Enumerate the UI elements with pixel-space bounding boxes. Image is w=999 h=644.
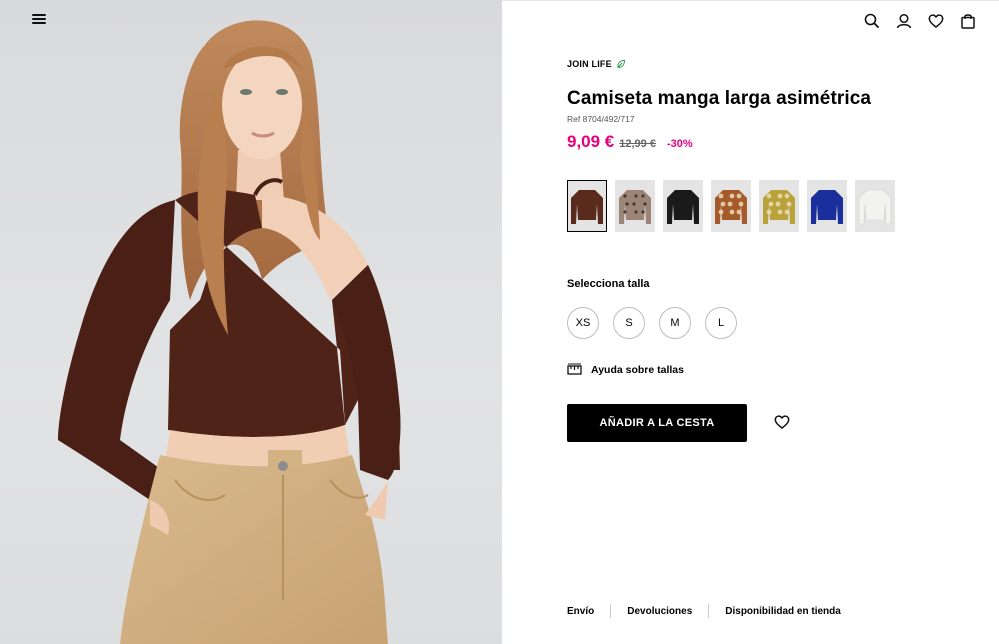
- color-swatches: [567, 180, 895, 232]
- size-selector: XS S M L: [567, 307, 737, 339]
- model-photo: [58, 20, 401, 644]
- shipping-link[interactable]: Envío: [567, 606, 594, 617]
- store-availability-link[interactable]: Disponibilidad en tienda: [725, 606, 841, 617]
- size-label: Selecciona talla: [567, 278, 650, 290]
- divider: [708, 604, 710, 618]
- size-help-link[interactable]: Ayuda sobre tallas: [567, 363, 684, 376]
- swatch-garment-icon: [619, 190, 651, 224]
- size-help-label: Ayuda sobre tallas: [591, 363, 684, 376]
- price-original: 12,99 €: [619, 138, 656, 150]
- bag-icon[interactable]: [959, 12, 977, 30]
- discount-badge: -30%: [666, 138, 693, 150]
- returns-link[interactable]: Devoluciones: [627, 606, 692, 617]
- add-to-cart-button[interactable]: AÑADIR A LA CESTA: [567, 404, 747, 442]
- product-title: Camiseta manga larga asimétrica: [567, 88, 872, 109]
- swatch-garment-icon: [763, 190, 795, 224]
- ruler-icon: [567, 363, 582, 375]
- swatch-garment-icon: [811, 190, 843, 224]
- menu-icon[interactable]: [31, 12, 47, 26]
- heart-icon[interactable]: [927, 12, 945, 30]
- divider: [610, 604, 612, 618]
- join-life-label: JOIN LIFE: [567, 59, 612, 69]
- wishlist-heart-icon[interactable]: [774, 414, 790, 430]
- swatch-garment-icon: [667, 190, 699, 224]
- product-image: [0, 0, 502, 644]
- swatch-garment-icon: [571, 190, 603, 224]
- join-life-badge: JOIN LIFE: [567, 59, 626, 69]
- size-option-s[interactable]: S: [613, 307, 645, 339]
- price-current: 9,09 €: [567, 132, 615, 151]
- color-swatch[interactable]: [663, 180, 703, 232]
- color-swatch[interactable]: [567, 180, 607, 232]
- product-details: JOIN LIFE Camiseta manga larga asimétric…: [502, 0, 999, 644]
- leaf-icon: [617, 59, 625, 69]
- color-swatch[interactable]: [615, 180, 655, 232]
- color-swatch[interactable]: [855, 180, 895, 232]
- user-icon[interactable]: [895, 12, 913, 30]
- swatch-garment-icon: [858, 189, 892, 225]
- size-option-l[interactable]: L: [705, 307, 737, 339]
- swatch-garment-icon: [715, 190, 747, 224]
- color-swatch[interactable]: [711, 180, 751, 232]
- size-option-m[interactable]: M: [659, 307, 691, 339]
- color-swatch[interactable]: [807, 180, 847, 232]
- product-ref: Ref 8704/492/717: [567, 114, 635, 124]
- color-swatch[interactable]: [759, 180, 799, 232]
- price-row: 9,09 € 12,99 € -30%: [567, 132, 693, 152]
- footer-links: Envío Devoluciones Disponibilidad en tie…: [567, 604, 841, 618]
- search-icon[interactable]: [863, 12, 881, 30]
- size-option-xs[interactable]: XS: [567, 307, 599, 339]
- header-actions: [863, 12, 977, 30]
